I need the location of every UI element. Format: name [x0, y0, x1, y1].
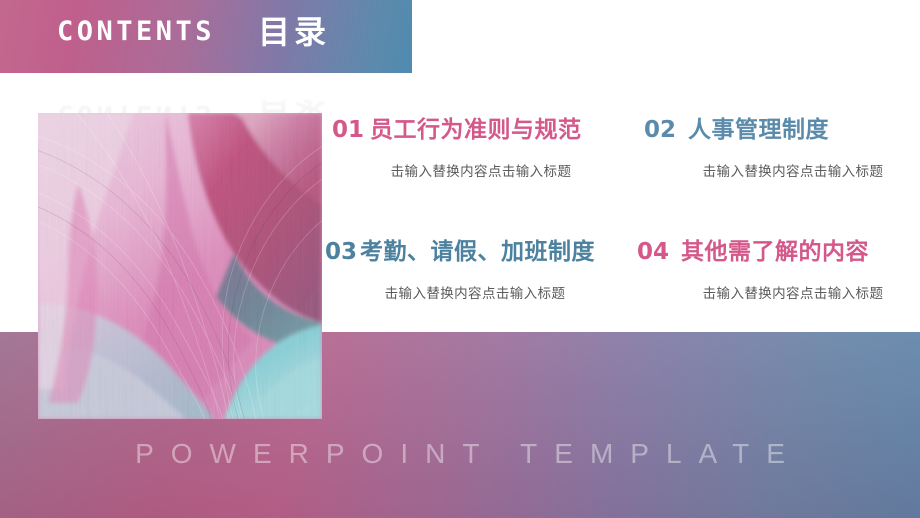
contents-item-01-label: 员工行为准则与规范: [370, 116, 582, 142]
contents-item-03[interactable]: 03 考勤、请假、加班制度 击输入替换内容点击输入标题: [322, 238, 622, 302]
contents-item-01-number: 01: [332, 117, 365, 143]
contents-item-03-number: 03: [325, 239, 358, 265]
contents-item-01-subtitle: 击输入替换内容点击输入标题: [390, 164, 572, 180]
abstract-silk-image: [38, 113, 322, 419]
contents-item-04-subtitle: 击输入替换内容点击输入标题: [702, 286, 884, 302]
contents-item-01-title: 01 员工行为准则与规范: [322, 116, 622, 143]
contents-item-02[interactable]: 02 人事管理制度 击输入替换内容点击输入标题: [634, 116, 920, 180]
contents-item-04-title: 04 其他需了解的内容: [634, 238, 920, 265]
contents-item-01[interactable]: 01 员工行为准则与规范 击输入替换内容点击输入标题: [322, 116, 622, 180]
contents-item-02-subtitle: 击输入替换内容点击输入标题: [702, 164, 884, 180]
header-text-group: CONTENTS 目录: [0, 0, 412, 73]
header-title-cn: 目录: [258, 14, 331, 50]
contents-item-02-number: 02: [644, 117, 677, 143]
contents-item-03-title: 03 考勤、请假、加班制度: [322, 238, 622, 265]
contents-items-grid: 01 员工行为准则与规范 击输入替换内容点击输入标题 02 人事管理制度 击输入替换…: [322, 108, 920, 338]
contents-item-03-subtitle: 击输入替换内容点击输入标题: [384, 286, 566, 302]
contents-item-02-title: 02 人事管理制度: [634, 116, 920, 143]
contents-item-03-label: 考勤、请假、加班制度: [360, 238, 596, 264]
contents-item-04-number: 04: [637, 239, 670, 265]
slide-contents: POWERPOINT TEMPLATE CONTENTS 目录 CONTENTS…: [0, 0, 920, 518]
contents-item-04-label: 其他需了解的内容: [681, 238, 870, 264]
contents-item-02-label: 人事管理制度: [688, 116, 830, 142]
contents-item-04[interactable]: 04 其他需了解的内容 击输入替换内容点击输入标题: [634, 238, 920, 302]
footer-brand-text: POWERPOINT TEMPLATE: [135, 438, 802, 469]
header-title-en: CONTENTS: [57, 16, 216, 47]
reflection-title-cn: 目录: [258, 96, 331, 115]
